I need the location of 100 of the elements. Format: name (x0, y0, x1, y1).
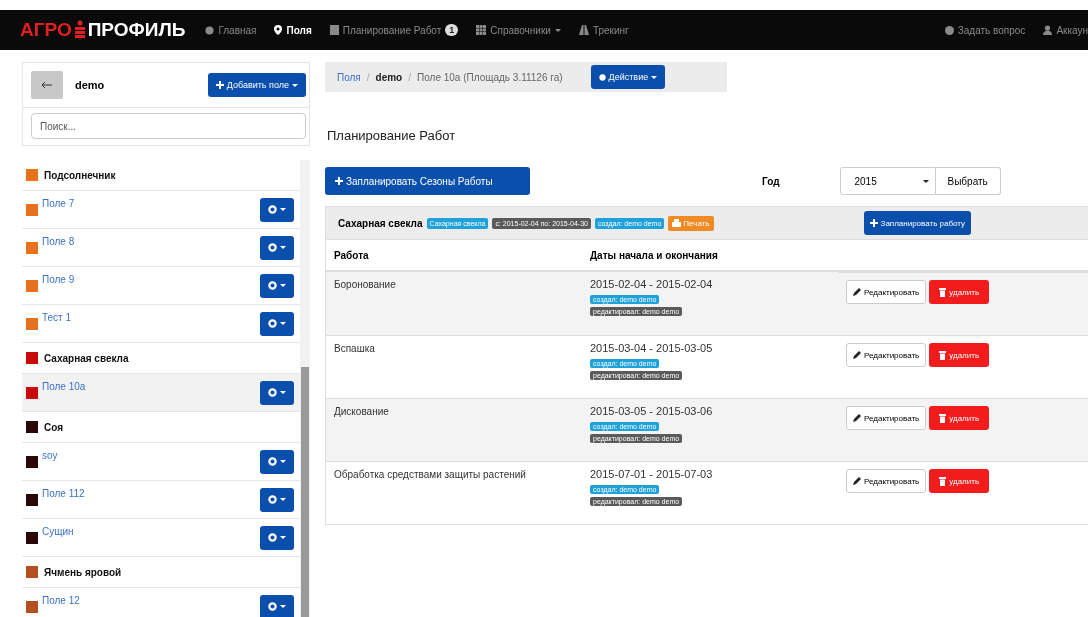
breadcrumb-item: Поле 10а (Площадь 3.11126 га) (417, 71, 563, 83)
color-swatch (26, 531, 38, 544)
print-icon (672, 219, 682, 227)
delete-button[interactable]: удалить (929, 406, 990, 430)
field-link[interactable]: Поле 8 (42, 229, 256, 247)
plus-icon (335, 177, 343, 185)
farm-name: demo (75, 79, 106, 91)
field-list-item[interactable]: Поле 9 (22, 267, 300, 305)
nav-link[interactable]: Планирование Работ 1 (329, 24, 459, 36)
field-list-item[interactable]: Поле 10а (22, 374, 300, 412)
select-button[interactable]: Выбрать (935, 167, 1001, 195)
settings-button[interactable] (260, 487, 294, 512)
count-badge: 1 (445, 24, 459, 36)
field-link[interactable]: Поле 12 (42, 588, 256, 606)
field-list-item[interactable]: Поле 8 (22, 229, 300, 267)
crop-group-title: Ячмень яровой (44, 566, 122, 578)
date-range: 2015-03-05 - 2015-03-06 (590, 405, 714, 417)
panel-title: Сахарная свекла (338, 217, 423, 229)
color-swatch (26, 241, 38, 254)
crop-group-title: Подсолнечник (44, 169, 116, 181)
user-icon (1043, 25, 1053, 35)
settings-button[interactable] (260, 273, 294, 298)
nav-link[interactable]: Трекинг (578, 24, 629, 36)
delete-button[interactable]: удалить (929, 343, 990, 367)
color-swatch (26, 386, 38, 399)
color-swatch (26, 203, 38, 216)
settings-button[interactable] (260, 525, 294, 550)
field-link[interactable]: soy (42, 443, 256, 461)
crop-group-title: Соя (44, 421, 64, 433)
nav-link[interactable]: Справочники (476, 24, 561, 36)
table-cell: Боронование (334, 279, 396, 290)
field-list-item[interactable]: Поле 12 (22, 588, 300, 617)
add-field-button[interactable]: Добавить поле (207, 73, 306, 97)
trash-icon (939, 350, 947, 360)
settings-button[interactable] (260, 235, 294, 260)
logo-text: ПРОФИЛЬ (87, 19, 186, 41)
table-cell: Дискование (334, 405, 389, 417)
breadcrumb-item[interactable]: Поля (337, 71, 361, 83)
trash-icon (939, 413, 947, 423)
logo-text: АГРО (20, 19, 72, 41)
road-icon (578, 25, 589, 35)
logo-icon (73, 20, 86, 40)
plan-seasons-button[interactable]: Запланировать Сезоны Работы (325, 167, 530, 195)
field-list-item[interactable]: Поле 112 (22, 481, 300, 519)
nav-link[interactable]: Главная (205, 24, 257, 36)
table-cell: Вспашка (334, 342, 375, 354)
nav-link[interactable]: Поля (274, 24, 312, 36)
settings-button[interactable] (260, 197, 294, 222)
table-cell: Обработка средствами защиты растений (334, 468, 526, 480)
trash-icon (939, 476, 947, 486)
plus-icon (215, 81, 224, 89)
pencil-icon (853, 477, 861, 485)
pencil-icon (853, 351, 861, 359)
page-title: Планирование Работ (327, 128, 457, 143)
map-marker-icon (274, 25, 283, 35)
arrow-left-icon (42, 82, 52, 88)
settings-button[interactable] (260, 311, 294, 336)
field-link[interactable]: Тест 1 (42, 305, 256, 323)
edit-button[interactable]: Редактировать (846, 343, 927, 367)
settings-button[interactable] (260, 380, 294, 405)
nav-link[interactable]: Аккаун (1043, 24, 1088, 36)
year-select[interactable]: 2015 (839, 167, 936, 195)
crop-group-title: Сахарная свекла (44, 352, 129, 364)
logo[interactable]: АГРО ПРОФИЛЬ (20, 19, 186, 41)
field-link[interactable]: Сущин (42, 519, 256, 537)
edit-button[interactable]: Редактировать (846, 280, 927, 304)
action-button[interactable]: Действие (590, 65, 666, 89)
date-range: 2015-03-04 - 2015-03-05 (590, 342, 714, 354)
search-field[interactable]: Поиск... (31, 113, 306, 139)
color-swatch (26, 317, 38, 330)
field-link[interactable]: Поле 112 (42, 481, 256, 499)
color-swatch (26, 279, 38, 292)
field-link[interactable]: Поле 7 (42, 191, 256, 209)
field-list-item[interactable]: Тест 1 (22, 305, 300, 343)
breadcrumb-separator: / (366, 71, 370, 83)
field-list-item[interactable]: Сущин (22, 519, 300, 557)
field-list-item[interactable]: Поле 7 (22, 191, 300, 229)
delete-button[interactable]: удалить (929, 280, 990, 304)
nav-link[interactable]: Задать вопрос (944, 24, 1026, 36)
year-label: Год (762, 175, 780, 187)
pencil-icon (853, 414, 861, 422)
date-range: 2015-07-01 - 2015-07-03 (590, 468, 714, 480)
scrollbar[interactable] (300, 160, 310, 617)
edit-button[interactable]: Редактировать (846, 469, 927, 493)
breadcrumb-item: demo (375, 71, 403, 83)
plan-work-button[interactable]: Запланировать работу (863, 211, 972, 235)
color-swatch (26, 455, 38, 468)
color-swatch (26, 493, 38, 506)
settings-button[interactable] (260, 594, 294, 617)
field-link[interactable]: Поле 9 (42, 267, 256, 285)
date-range: 2015-02-04 - 2015-02-04 (590, 279, 714, 290)
grid-icon (476, 25, 487, 35)
field-link[interactable]: Поле 10а (42, 374, 256, 392)
field-list-item[interactable]: soy (22, 443, 300, 481)
settings-button[interactable] (260, 449, 294, 474)
edit-button[interactable]: Редактировать (846, 406, 927, 430)
delete-button[interactable]: удалить (929, 469, 990, 493)
tag: Печать (668, 215, 714, 231)
breadcrumb-separator: / (408, 71, 411, 83)
caret-icon (922, 179, 929, 183)
